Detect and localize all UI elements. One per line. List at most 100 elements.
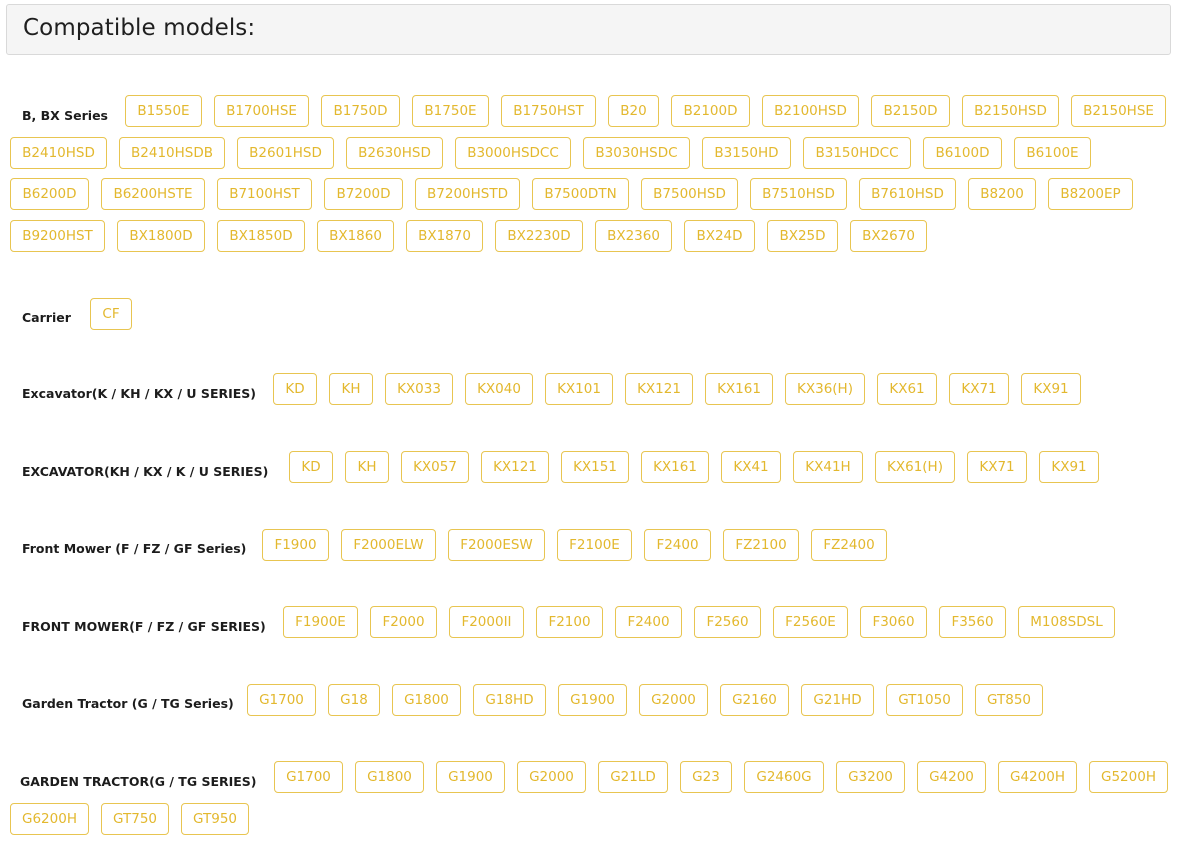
model-tag[interactable]: B6200D	[10, 178, 89, 210]
model-tag[interactable]: BX2360	[595, 220, 672, 252]
model-tag[interactable]: F2000II	[449, 606, 524, 638]
model-tag[interactable]: B7610HSD	[859, 178, 956, 210]
model-tag[interactable]: GT1050	[886, 684, 963, 716]
model-tag[interactable]: KX61	[877, 373, 937, 405]
model-tag[interactable]: CF	[90, 298, 132, 330]
model-tag[interactable]: B6200HSTE	[101, 178, 205, 210]
model-tag[interactable]: F2400	[644, 529, 711, 561]
model-tag[interactable]: B1750HST	[501, 95, 596, 127]
model-tag[interactable]: GT950	[181, 803, 249, 835]
model-tag[interactable]: G5200H	[1089, 761, 1168, 793]
model-tag[interactable]: KX057	[401, 451, 469, 483]
model-tag[interactable]: B8200EP	[1048, 178, 1133, 210]
model-tag[interactable]: B1550E	[125, 95, 202, 127]
model-tag[interactable]: KX161	[641, 451, 709, 483]
model-tag[interactable]: FZ2100	[723, 529, 799, 561]
model-tag[interactable]: B2601HSD	[237, 137, 334, 169]
model-tag[interactable]: B3150HDCC	[803, 137, 911, 169]
model-tag[interactable]: G23	[680, 761, 732, 793]
model-tag[interactable]: G2160	[720, 684, 789, 716]
model-tag[interactable]: KX71	[949, 373, 1009, 405]
model-tag[interactable]: G4200	[917, 761, 986, 793]
model-tag[interactable]: B7510HSD	[750, 178, 847, 210]
model-tag[interactable]: B2410HSDB	[119, 137, 225, 169]
model-tag[interactable]: KX121	[625, 373, 693, 405]
model-tag[interactable]: BX25D	[767, 220, 838, 252]
model-tag[interactable]: F2100	[536, 606, 603, 638]
model-tag[interactable]: B3150HD	[702, 137, 791, 169]
model-tag[interactable]: B7200HSTD	[415, 178, 520, 210]
model-tag[interactable]: B7100HST	[217, 178, 312, 210]
model-tag[interactable]: G21HD	[801, 684, 874, 716]
model-tag[interactable]: G3200	[836, 761, 905, 793]
model-tag[interactable]: KX61(H)	[875, 451, 955, 483]
model-tag[interactable]: B7200D	[324, 178, 403, 210]
model-tag[interactable]: G2460G	[744, 761, 824, 793]
model-tag[interactable]: BX2230D	[495, 220, 583, 252]
model-tag[interactable]: B6100D	[923, 137, 1002, 169]
model-tag[interactable]: BX1870	[406, 220, 483, 252]
model-tag[interactable]: F3060	[860, 606, 927, 638]
model-tag[interactable]: B2150HSD	[962, 95, 1059, 127]
model-tag[interactable]: F1900	[262, 529, 329, 561]
model-tag[interactable]: F2000ESW	[448, 529, 545, 561]
model-tag[interactable]: F2000	[370, 606, 437, 638]
model-tag[interactable]: G1800	[392, 684, 461, 716]
model-tag[interactable]: KH	[329, 373, 373, 405]
model-tag[interactable]: B3000HSDCC	[455, 137, 571, 169]
model-tag[interactable]: KX033	[385, 373, 453, 405]
model-tag[interactable]: BX1800D	[117, 220, 205, 252]
model-tag[interactable]: G1700	[247, 684, 316, 716]
model-tag[interactable]: B3030HSDC	[583, 137, 690, 169]
model-tag[interactable]: KX71	[967, 451, 1027, 483]
model-tag[interactable]: KX101	[545, 373, 613, 405]
model-tag[interactable]: KX91	[1021, 373, 1081, 405]
model-tag[interactable]: KD	[289, 451, 333, 483]
model-tag[interactable]: FZ2400	[811, 529, 887, 561]
model-tag[interactable]: KX161	[705, 373, 773, 405]
model-tag[interactable]: M108SDSL	[1018, 606, 1115, 638]
model-tag[interactable]: B2410HSD	[10, 137, 107, 169]
model-tag[interactable]: B2100HSD	[762, 95, 859, 127]
model-tag[interactable]: BX2670	[850, 220, 927, 252]
model-tag[interactable]: F2400	[615, 606, 682, 638]
model-tag[interactable]: BX1850D	[217, 220, 305, 252]
model-tag[interactable]: B6100E	[1014, 137, 1091, 169]
model-tag[interactable]: KX36(H)	[785, 373, 865, 405]
model-tag[interactable]: F3560	[939, 606, 1006, 638]
model-tag[interactable]: BX1860	[317, 220, 394, 252]
model-tag[interactable]: G21LD	[598, 761, 668, 793]
model-tag[interactable]: G1900	[436, 761, 505, 793]
model-tag[interactable]: KD	[273, 373, 317, 405]
model-tag[interactable]: KX121	[481, 451, 549, 483]
model-tag[interactable]: G18HD	[473, 684, 546, 716]
model-tag[interactable]: B2100D	[671, 95, 750, 127]
model-tag[interactable]: B8200	[968, 178, 1036, 210]
model-tag[interactable]: KX41	[721, 451, 781, 483]
model-tag[interactable]: F2100E	[557, 529, 632, 561]
model-tag[interactable]: B2150HSE	[1071, 95, 1166, 127]
model-tag[interactable]: GT850	[975, 684, 1043, 716]
model-tag[interactable]: G6200H	[10, 803, 89, 835]
model-tag[interactable]: F2560	[694, 606, 761, 638]
model-tag[interactable]: BX24D	[684, 220, 755, 252]
model-tag[interactable]: G1800	[355, 761, 424, 793]
model-tag[interactable]: B1700HSE	[214, 95, 309, 127]
model-tag[interactable]: F2560E	[773, 606, 848, 638]
model-tag[interactable]: KX151	[561, 451, 629, 483]
model-tag[interactable]: KX91	[1039, 451, 1099, 483]
model-tag[interactable]: GT750	[101, 803, 169, 835]
model-tag[interactable]: G1700	[274, 761, 343, 793]
model-tag[interactable]: KH	[345, 451, 389, 483]
model-tag[interactable]: G2000	[517, 761, 586, 793]
model-tag[interactable]: B7500DTN	[532, 178, 629, 210]
model-tag[interactable]: KX040	[465, 373, 533, 405]
model-tag[interactable]: B9200HST	[10, 220, 105, 252]
model-tag[interactable]: B2150D	[871, 95, 950, 127]
model-tag[interactable]: G4200H	[998, 761, 1077, 793]
model-tag[interactable]: B2630HSD	[346, 137, 443, 169]
model-tag[interactable]: F1900E	[283, 606, 358, 638]
model-tag[interactable]: G1900	[558, 684, 627, 716]
model-tag[interactable]: B7500HSD	[641, 178, 738, 210]
model-tag[interactable]: G2000	[639, 684, 708, 716]
